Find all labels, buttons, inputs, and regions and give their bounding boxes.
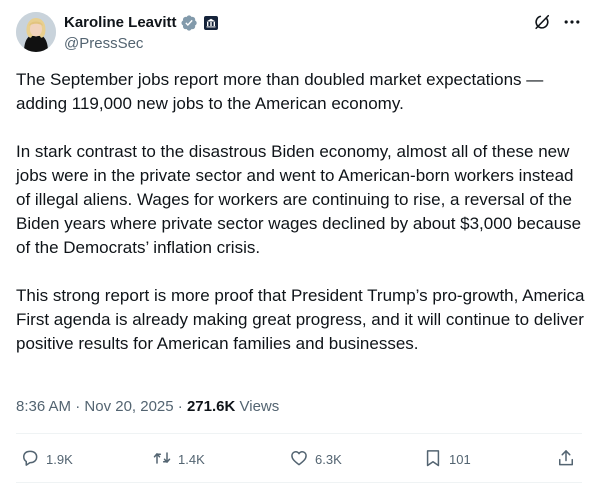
like-count: 6.3K bbox=[315, 451, 342, 467]
divider bbox=[16, 433, 582, 434]
tweet-paragraph: This strong report is more proof that Pr… bbox=[16, 286, 585, 353]
tweet-paragraph: The September jobs report more than doub… bbox=[16, 70, 544, 113]
government-affiliation-icon[interactable] bbox=[203, 16, 218, 30]
share-icon bbox=[556, 448, 576, 471]
author-handle[interactable]: @PressSec bbox=[64, 34, 143, 54]
reply-button[interactable]: 1.9K bbox=[20, 447, 73, 471]
tweet-paragraph: In stark contrast to the disastrous Bide… bbox=[16, 142, 582, 257]
more-icon[interactable] bbox=[562, 12, 582, 32]
tweet-date[interactable]: Nov 20, 2025 bbox=[84, 398, 173, 415]
heart-icon bbox=[289, 448, 309, 471]
repost-count: 1.4K bbox=[178, 451, 205, 467]
views-count[interactable]: 271.6K bbox=[187, 398, 235, 415]
tweet-text: The September jobs report more than doub… bbox=[16, 68, 586, 356]
repost-button[interactable]: 1.4K bbox=[152, 447, 205, 471]
bookmark-button[interactable]: 101 bbox=[423, 447, 471, 471]
meta-separator: · bbox=[71, 398, 85, 415]
tweet-meta: 8:36 AM · Nov 20, 2025 · 271.6K Views bbox=[16, 397, 279, 417]
name-row: Karoline Leavitt bbox=[64, 13, 218, 33]
action-bar: 1.9K 1.4K 6.3K 101 bbox=[16, 447, 582, 471]
share-button[interactable] bbox=[556, 447, 576, 471]
bookmark-count: 101 bbox=[449, 451, 471, 467]
tweet-time[interactable]: 8:36 AM bbox=[16, 398, 71, 415]
views-label: Views bbox=[235, 398, 280, 415]
author-name[interactable]: Karoline Leavitt bbox=[64, 13, 177, 33]
reply-count: 1.9K bbox=[46, 451, 73, 467]
tweet-header: Karoline Leavitt @PressSec bbox=[16, 12, 582, 54]
bookmark-icon bbox=[423, 448, 443, 471]
repost-icon bbox=[152, 448, 172, 471]
reply-icon bbox=[20, 448, 40, 471]
like-button[interactable]: 6.3K bbox=[289, 447, 342, 471]
grok-icon[interactable] bbox=[532, 12, 552, 32]
meta-separator: · bbox=[173, 398, 187, 415]
header-actions bbox=[532, 12, 582, 32]
verified-badge-icon[interactable] bbox=[180, 14, 198, 32]
avatar[interactable] bbox=[16, 12, 56, 52]
